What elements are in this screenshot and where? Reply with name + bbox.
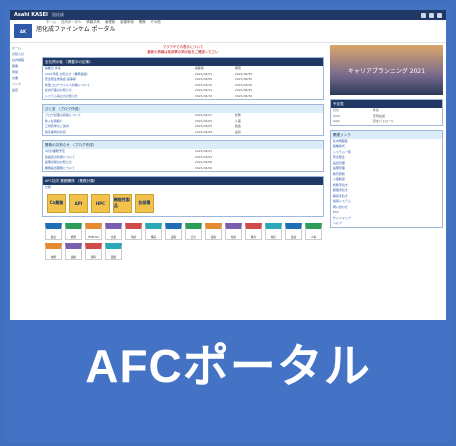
app-icons: 勤怠 経費 TIME-DX 文書 申請 購買 設備 安全 品質 在庫 教育 掲示 会議 人事総務 連絡 資料図… xyxy=(42,221,328,262)
links-title: 関連リンク xyxy=(330,130,442,139)
company-logo[interactable]: AK xyxy=(14,24,32,38)
table-cell[interactable]: システム停止のお知らせ xyxy=(45,94,195,100)
table-cell: 2021/04/15 xyxy=(194,93,213,98)
notice: ブラウザでの表示について 最新の情報は各部署の掲示板をご確認ください xyxy=(42,45,324,55)
site-header: AK ホーム 社内ポータル 情報共有 管理帳 各種申請 業務 その他 旭化成ファインケム ポ… xyxy=(10,20,446,43)
table-cell xyxy=(235,166,275,172)
brand-sub: 旭化成 xyxy=(51,12,64,17)
category-tile[interactable]: API xyxy=(68,193,88,213)
page-title: AFCポータル xyxy=(85,340,371,392)
blog-panel-title: 業務のお知らせ （ブログ作成） xyxy=(42,141,323,149)
links-panel: 関連リンク 社内規程集 各種様式 システム一覧 安全衛生 品質管理 設備管理 教育研修 人事制… xyxy=(329,129,443,228)
right-column: キャリアプランニング 2021 予定表 日付 件名 4/20 定例会議 4/22 安全パト… xyxy=(327,43,446,264)
app-icon[interactable]: 品質 xyxy=(204,222,222,240)
table-cell: 2021/06/30 xyxy=(234,93,253,98)
table-cell[interactable]: 書類提出期限について xyxy=(45,166,195,172)
news-panel: 全社掲示板 （掲載中の記事） 掲載日 件名 掲載者 期限 2021年度 お知らせ（業務… xyxy=(41,57,324,100)
table-cell: 2021/04/08 xyxy=(194,129,213,134)
top-icons xyxy=(421,12,442,18)
app-icon[interactable]: 経費 xyxy=(64,222,82,240)
card-frame: Asahi KASEI 旭化成 AK ホーム 社内ポータル 情報共有 管理帳 各種申請業… xyxy=(4,4,452,442)
main-content: ブラウザでの表示について 最新の情報は各部署の掲示板をご確認ください 全社掲示板… xyxy=(39,43,327,264)
app-icon[interactable]: 人事 xyxy=(304,222,322,240)
bell-icon[interactable] xyxy=(421,12,426,18)
table-row: システム停止のお知らせ 2021/04/15 2021/06/30 xyxy=(43,94,323,100)
category-tile[interactable]: 各部署 xyxy=(134,193,154,213)
schedule-panel: 予定表 日付 件名 4/20 定例会議 4/22 安全パトロール xyxy=(329,99,443,126)
news-panel-title: 全社掲示板 （掲載中の記事） xyxy=(42,58,323,66)
table-row: 書類提出期限について 2021/04/09 xyxy=(43,166,323,172)
schedule-cell: 安全パトロール xyxy=(372,119,395,123)
table-cell[interactable]: 改善事例の共有 xyxy=(45,130,195,136)
app-icon[interactable]: 資料 xyxy=(84,242,102,260)
left-nav-item[interactable]: 設定 xyxy=(12,87,37,93)
app-icon[interactable]: 申請 xyxy=(124,222,142,240)
apps-panel: AFC社内 業務関係 （業務分類） 分類 Ca業務 API HPC 機能性製品 各部署 xyxy=(41,176,324,217)
nav-item[interactable]: その他 xyxy=(151,19,161,24)
site-title: 旭化成ファインケム ポータル xyxy=(36,26,116,33)
app-icon[interactable]: TIME-DX xyxy=(84,222,102,240)
blog-panel: 業務のお知らせ （ブログ作成） 4月の業務予定 2021/04/01 会議室の利用に… xyxy=(41,140,324,172)
category-tile[interactable]: HPC xyxy=(90,193,110,213)
dept-panel-title: ひと言 （ブログ作成） xyxy=(42,105,323,113)
app-icon[interactable]: 会議 xyxy=(284,222,302,240)
category-tile[interactable]: 機能性製品 xyxy=(112,193,132,213)
user-icon[interactable] xyxy=(437,12,442,18)
app-icon[interactable]: 購買 xyxy=(144,222,162,240)
schedule-row: 4/22 安全パトロール xyxy=(331,119,442,125)
category-tiles: Ca業務 API HPC 機能性製品 各部署 xyxy=(43,191,323,216)
nav-item[interactable]: 各種申請 xyxy=(120,19,134,24)
app-icon[interactable]: 図書 xyxy=(104,242,122,260)
gear-icon[interactable] xyxy=(429,12,434,18)
app-icon[interactable]: 在庫 xyxy=(224,222,242,240)
app-icon[interactable]: 掲示 xyxy=(264,222,282,240)
app-icon[interactable]: 安全 xyxy=(184,222,202,240)
brand-name: Asahi KASEI xyxy=(14,12,48,18)
app-icon[interactable]: 総務 xyxy=(44,242,62,260)
banner[interactable]: キャリアプランニング 2021 xyxy=(329,45,443,95)
apps-panel-title: AFC社内 業務関係 （業務分類） xyxy=(42,177,323,185)
app-icon[interactable]: 設備 xyxy=(164,222,182,240)
category-tile[interactable]: Ca業務 xyxy=(46,193,66,213)
app-icon[interactable]: 教育 xyxy=(244,222,262,240)
left-nav: ホーム お知らせ 社内規程 部署 申請 文書 リンク 設定 xyxy=(10,43,39,264)
nav-item[interactable]: 業務 xyxy=(139,19,146,24)
table-cell: 2021/04/09 xyxy=(194,165,213,170)
schedule-cell: 4/22 xyxy=(332,119,340,123)
link-item[interactable]: ヘルプ xyxy=(331,221,442,227)
notice-line: 最新の情報は各部署の掲示板をご確認ください xyxy=(147,50,219,54)
table-cell: 品質 xyxy=(234,129,241,134)
app-icon[interactable]: 文書 xyxy=(104,222,122,240)
schedule-title: 予定表 xyxy=(330,100,442,108)
app-icon[interactable]: 勤怠 xyxy=(44,222,62,240)
dept-panel: ひと言 （ブログ作成） ブログ記事の投稿について 2021/04/01 総務 新入社員… xyxy=(41,104,324,136)
portal-screenshot: Asahi KASEI 旭化成 AK ホーム 社内ポータル 情報共有 管理帳 各種申請業… xyxy=(10,10,446,320)
table-row: 改善事例の共有 2021/04/08 品質 xyxy=(43,130,323,136)
app-icon[interactable]: 連絡 xyxy=(64,242,82,260)
